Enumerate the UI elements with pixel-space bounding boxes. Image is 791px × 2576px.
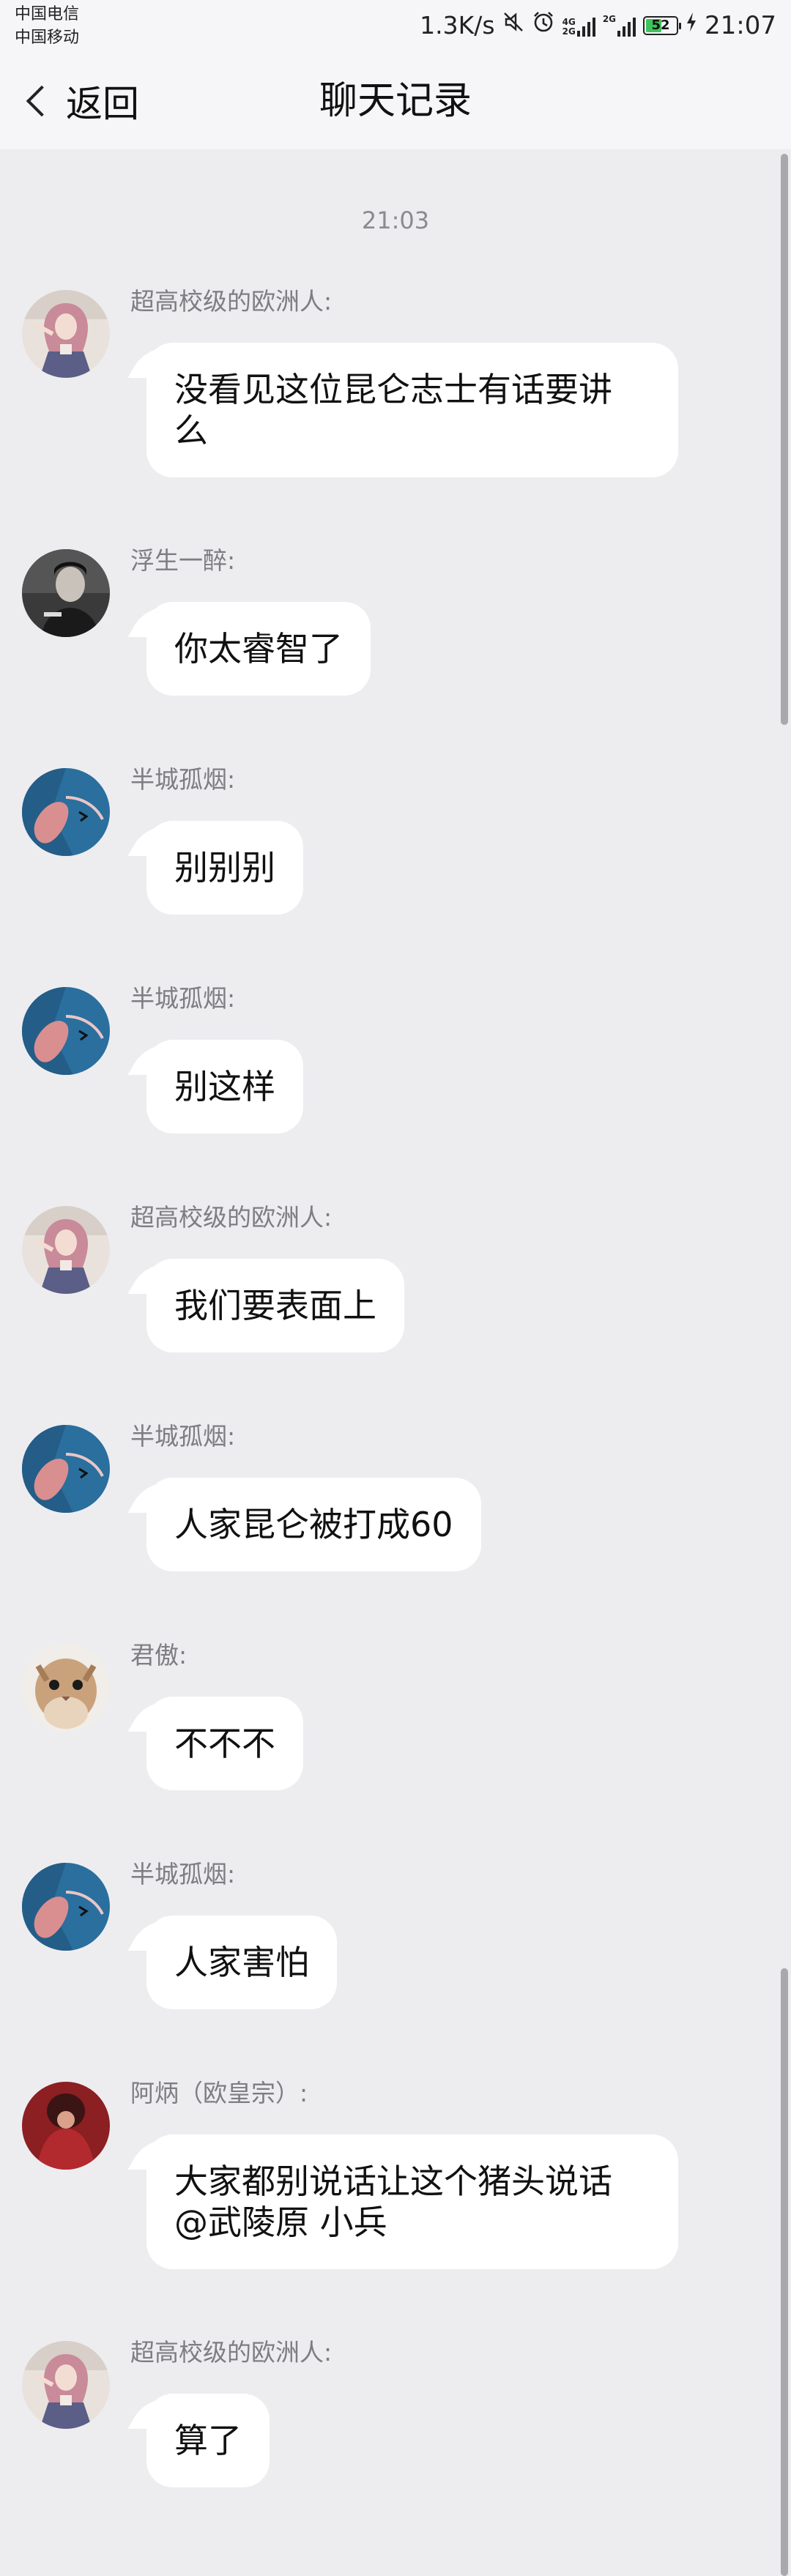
sender-name: 超高校级的欧洲人:: [130, 1203, 333, 1232]
sender-name: 超高校级的欧洲人:: [130, 287, 333, 316]
scrollbar-thumb-bottom[interactable]: [781, 1968, 788, 2576]
blue-art-avatar[interactable]: [22, 1425, 110, 1513]
cat-avatar[interactable]: [22, 1644, 110, 1732]
network-speed: 1.3K/s: [420, 11, 495, 40]
anime-avatar[interactable]: [22, 1206, 110, 1294]
nav-bar: 返回 聊天记录: [0, 56, 791, 149]
message-text: 没看见这位昆仑志士有话要讲么: [174, 370, 612, 450]
carrier-2: 中国移动: [15, 29, 80, 47]
message-text: 算了: [174, 2421, 242, 2460]
message-bubble[interactable]: 大家都别说话让这个猪头说话@武陵原 小兵: [146, 2134, 678, 2269]
battery-icon: 52: [643, 15, 682, 35]
chat-history[interactable]: 21:03 超高校级的欧洲人: 没看见这位昆仑志士有话要讲么 浮生一醉: 你太睿…: [0, 149, 791, 2576]
message-text: 你太睿智了: [174, 629, 343, 669]
blue-art-avatar[interactable]: [22, 768, 110, 856]
sender-name: 半城孤烟:: [130, 765, 236, 794]
message-bubble[interactable]: 人家昆仑被打成60: [146, 1478, 481, 1571]
message-bubble[interactable]: 别这样: [146, 1040, 303, 1133]
sender-name: 半城孤烟:: [130, 1422, 236, 1451]
signal-bars-1-icon: [576, 15, 595, 37]
sender-name: 君傲:: [130, 1641, 187, 1669]
clock: 21:07: [705, 10, 776, 40]
message-bubble[interactable]: 没看见这位昆仑志士有话要讲么: [146, 343, 678, 477]
message-text: 人家害怕: [174, 1943, 309, 1982]
net-tag-2: 2G: [562, 26, 576, 37]
status-bar: 中国电信 中国移动 1.3K/s 4G 2G 2G 52 21:07: [0, 0, 791, 56]
sender-name: 半城孤烟:: [130, 984, 236, 1013]
mute-icon: [502, 11, 524, 40]
charging-icon: [686, 12, 697, 39]
message-text: 别这样: [174, 1067, 275, 1106]
anime-avatar[interactable]: [22, 290, 110, 378]
network-signal-2: 2G: [602, 13, 636, 37]
message-bubble[interactable]: 别别别: [146, 821, 303, 915]
red-avatar[interactable]: [22, 2082, 110, 2170]
blue-art-avatar[interactable]: [22, 1863, 110, 1951]
sender-name: 浮生一醉:: [130, 546, 236, 575]
message-bubble[interactable]: 算了: [146, 2394, 270, 2487]
message-text: 我们要表面上: [174, 1286, 376, 1325]
alarm-icon: [532, 10, 555, 40]
message-bubble[interactable]: 不不不: [146, 1697, 303, 1790]
sender-name: 半城孤烟:: [130, 1860, 236, 1888]
message-text: 大家都别说话让这个猪头说话@武陵原 小兵: [174, 2162, 612, 2242]
message-text: 人家昆仑被打成60: [174, 1505, 453, 1544]
signal-bars-2-icon: [617, 15, 636, 37]
net-tag-3: 2G: [602, 13, 617, 24]
message-text: 不不不: [174, 1724, 275, 1763]
scrollbar-thumb-top[interactable]: [781, 154, 788, 725]
network-signal-1: 4G 2G: [562, 15, 595, 37]
person-avatar[interactable]: [22, 549, 110, 637]
status-icons: 1.3K/s 4G 2G 2G 52 21:07: [420, 10, 776, 40]
blue-art-avatar[interactable]: [22, 987, 110, 1075]
message-text: 别别别: [174, 848, 275, 887]
sender-name: 超高校级的欧洲人:: [130, 2338, 333, 2367]
carrier-1: 中国电信: [15, 5, 80, 23]
sender-name: 阿炳（欧皇宗）:: [130, 2079, 308, 2107]
battery-level: 52: [651, 18, 670, 33]
anime-avatar[interactable]: [22, 2341, 110, 2429]
carrier-info: 中国电信 中国移动: [15, 3, 79, 50]
page-title: 聊天记录: [319, 79, 472, 123]
message-timestamp: 21:03: [361, 206, 430, 234]
net-tag-1: 4G: [562, 16, 576, 27]
message-bubble[interactable]: 我们要表面上: [146, 1259, 404, 1352]
message-bubble[interactable]: 你太睿智了: [146, 602, 371, 696]
message-bubble[interactable]: 人家害怕: [146, 1916, 337, 2009]
